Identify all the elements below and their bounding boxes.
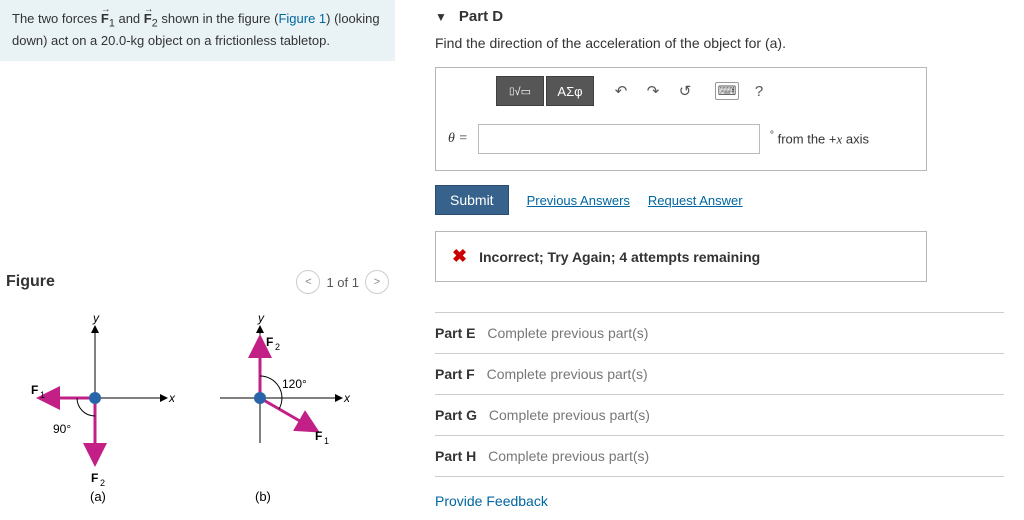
problem-text-pre: The two forces: [12, 11, 101, 26]
redo-button[interactable]: ↷: [638, 76, 668, 106]
incorrect-icon: ✖: [452, 246, 467, 267]
part-g-row[interactable]: Part G Complete previous part(s): [435, 394, 1004, 435]
svg-text:120°: 120°: [282, 377, 307, 391]
answer-input[interactable]: [478, 124, 760, 154]
figure-page-count: 1 of 1: [326, 275, 359, 290]
svg-text:F: F: [31, 383, 38, 397]
svg-text:y: y: [92, 311, 100, 325]
figure-link[interactable]: Figure 1: [278, 11, 326, 26]
submit-button[interactable]: Submit: [435, 185, 509, 215]
svg-text:90°: 90°: [53, 422, 71, 436]
help-button[interactable]: ?: [744, 76, 774, 106]
feedback-text: Incorrect; Try Again; 4 attempts remaini…: [479, 249, 760, 265]
part-h-row[interactable]: Part H Complete previous part(s): [435, 435, 1004, 477]
figure-title: Figure: [6, 273, 55, 291]
vector-f2: F: [144, 10, 152, 29]
answer-units: ° from the +x axis: [770, 130, 869, 147]
provide-feedback-link[interactable]: Provide Feedback: [435, 493, 1004, 509]
svg-text:1: 1: [40, 390, 45, 400]
previous-answers-link[interactable]: Previous Answers: [527, 193, 630, 208]
svg-text:(b): (b): [255, 489, 271, 504]
part-e-row[interactable]: Part E Complete previous part(s): [435, 312, 1004, 353]
svg-text:x: x: [168, 391, 176, 405]
problem-statement: The two forces F1 and F2 shown in the fi…: [0, 0, 395, 61]
part-d-header[interactable]: ▼ Part D: [435, 8, 1004, 25]
request-answer-link[interactable]: Request Answer: [648, 193, 743, 208]
keyboard-button[interactable]: ⌨: [712, 76, 742, 106]
svg-text:F: F: [266, 335, 273, 349]
answer-toolbar: ▯√▭ ΑΣφ ↶ ↷ ↺ ⌨ ?: [436, 68, 926, 114]
part-d-title: Part D: [459, 8, 503, 25]
undo-button[interactable]: ↶: [606, 76, 636, 106]
svg-text:(a): (a): [90, 489, 106, 504]
theta-label: θ =: [448, 131, 468, 147]
svg-text:x: x: [343, 391, 351, 405]
figure-pager: < 1 of 1 >: [296, 270, 389, 294]
greek-button[interactable]: ΑΣφ: [546, 76, 594, 106]
part-d-prompt: Find the direction of the acceleration o…: [435, 35, 1004, 51]
figure-prev-button[interactable]: <: [296, 270, 320, 294]
part-f-row[interactable]: Part F Complete previous part(s): [435, 353, 1004, 394]
vector-f1: F: [101, 10, 109, 29]
figure-next-button[interactable]: >: [365, 270, 389, 294]
svg-text:y: y: [257, 311, 265, 325]
answer-box: ▯√▭ ΑΣφ ↶ ↷ ↺ ⌨ ? θ = ° from the +x axis: [435, 67, 927, 171]
svg-text:2: 2: [100, 478, 105, 488]
templates-button[interactable]: ▯√▭: [496, 76, 544, 106]
svg-text:F: F: [315, 429, 322, 443]
svg-text:2: 2: [275, 342, 280, 352]
reset-button[interactable]: ↺: [670, 76, 700, 106]
feedback-box: ✖ Incorrect; Try Again; 4 attempts remai…: [435, 231, 927, 282]
collapse-caret-icon: ▼: [435, 10, 447, 24]
svg-text:1: 1: [324, 436, 329, 446]
svg-text:F: F: [91, 471, 98, 485]
figure-diagram: x y F 1 F 2 90° (a) x y: [0, 298, 395, 511]
